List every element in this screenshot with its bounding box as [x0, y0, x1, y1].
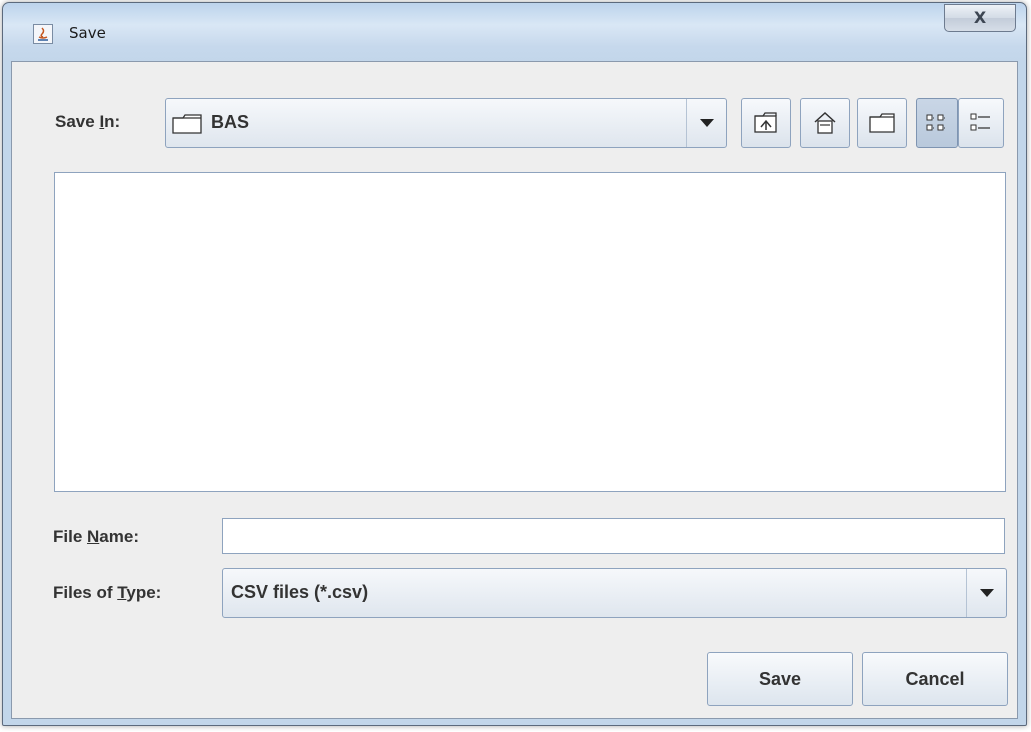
chevron-down-icon [979, 589, 994, 597]
file-name-input[interactable] [222, 518, 1005, 554]
files-of-type-combo[interactable]: CSV files (*.csv) [222, 568, 1007, 618]
files-of-type-label: Files of Type: [53, 583, 161, 603]
dialog-content: Save In: BAS File Name: Files of Type: C… [11, 61, 1018, 719]
save-in-dropdown-arrow[interactable] [686, 99, 726, 147]
chevron-down-icon [699, 119, 714, 127]
save-button[interactable]: Save [707, 652, 853, 706]
folder-up-icon [754, 112, 777, 133]
save-dialog: Save X Save In: BAS File Name: Files of … [2, 2, 1027, 726]
home-button[interactable] [800, 98, 850, 148]
save-in-label: Save In: [55, 112, 120, 132]
save-in-label-suffix: n: [104, 112, 121, 131]
files-of-type-label-mnemonic: T [117, 583, 127, 602]
save-in-value: BAS [211, 112, 250, 132]
save-in-label-prefix: Save [55, 112, 100, 131]
list-view-button[interactable] [916, 98, 958, 148]
title-bar[interactable]: Save X [3, 3, 1026, 61]
files-of-type-label-prefix: Files of [53, 583, 118, 602]
java-app-icon [33, 24, 53, 44]
file-name-label: File Name: [53, 527, 139, 547]
file-name-label-mnemonic: N [87, 527, 100, 546]
files-of-type-dropdown-arrow[interactable] [966, 569, 1006, 617]
file-name-label-suffix: ame: [99, 527, 139, 546]
details-view-icon [970, 113, 990, 131]
new-folder-icon [869, 113, 895, 133]
file-name-label-prefix: File [53, 527, 88, 546]
close-button[interactable]: X [944, 4, 1016, 32]
cancel-button[interactable]: Cancel [862, 652, 1008, 706]
save-in-combo[interactable]: BAS [165, 98, 727, 148]
home-icon [814, 111, 836, 134]
close-icon: X [973, 8, 987, 27]
up-one-level-button[interactable] [741, 98, 791, 148]
list-view-icon [926, 114, 946, 131]
window-title: Save [69, 24, 106, 42]
files-of-type-label-suffix: ype: [126, 583, 162, 602]
files-of-type-value: CSV files (*.csv) [231, 582, 369, 602]
file-list[interactable] [54, 172, 1006, 492]
details-view-button[interactable] [958, 98, 1004, 148]
folder-icon [172, 114, 202, 139]
create-new-folder-button[interactable] [857, 98, 907, 148]
